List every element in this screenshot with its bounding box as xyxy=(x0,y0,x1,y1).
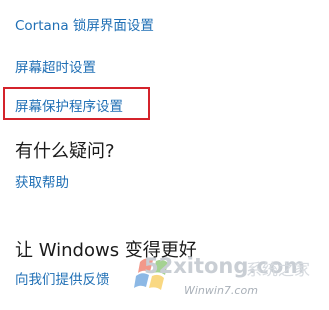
give-feedback-link[interactable]: 向我们提供反馈 xyxy=(15,268,110,288)
watermark: 52xitong.com 系统之家 Winwin7.com xyxy=(118,240,329,310)
questions-heading: 有什么疑问? xyxy=(15,141,115,162)
watermark-url-text: Winwin7.com xyxy=(184,284,258,297)
get-help-link[interactable]: 获取帮助 xyxy=(15,171,69,191)
cortana-lock-screen-settings-link[interactable]: Cortana 锁屏界面设置 xyxy=(15,14,154,34)
screen-timeout-settings-link[interactable]: 屏幕超时设置 xyxy=(15,56,96,76)
screensaver-settings-link[interactable]: 屏幕保护程序设置 xyxy=(15,95,123,115)
watermark-sub-text: 系统之家 xyxy=(246,260,311,279)
